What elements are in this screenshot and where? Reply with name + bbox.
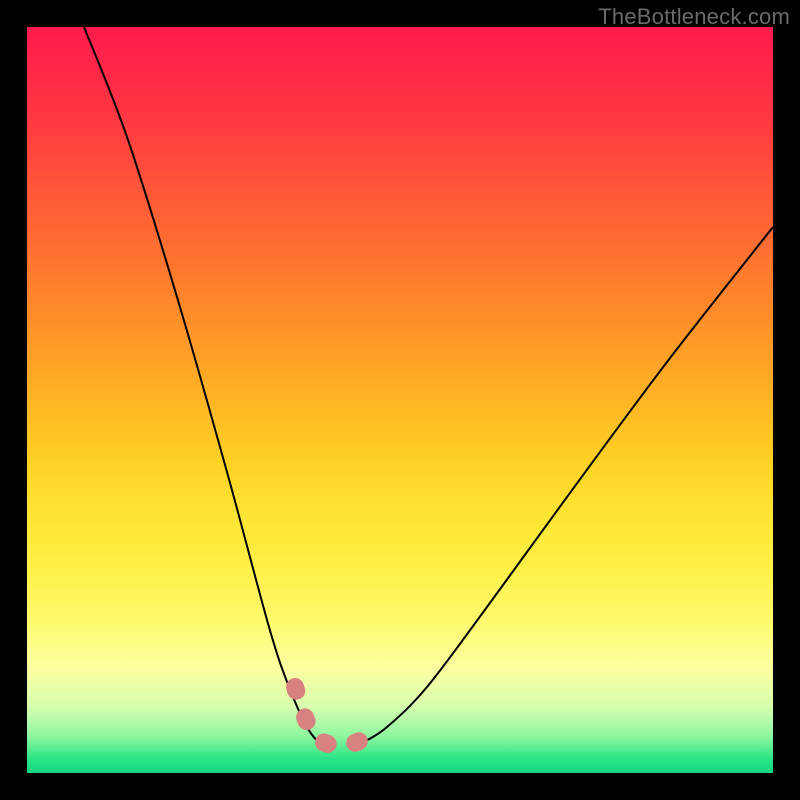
outer-frame: TheBottleneck.com (0, 0, 800, 800)
curve-left-branch (84, 27, 319, 743)
trough-highlight (295, 687, 370, 746)
plot-area (27, 27, 773, 773)
curve-layer (27, 27, 773, 773)
curve-right-branch (362, 227, 773, 743)
